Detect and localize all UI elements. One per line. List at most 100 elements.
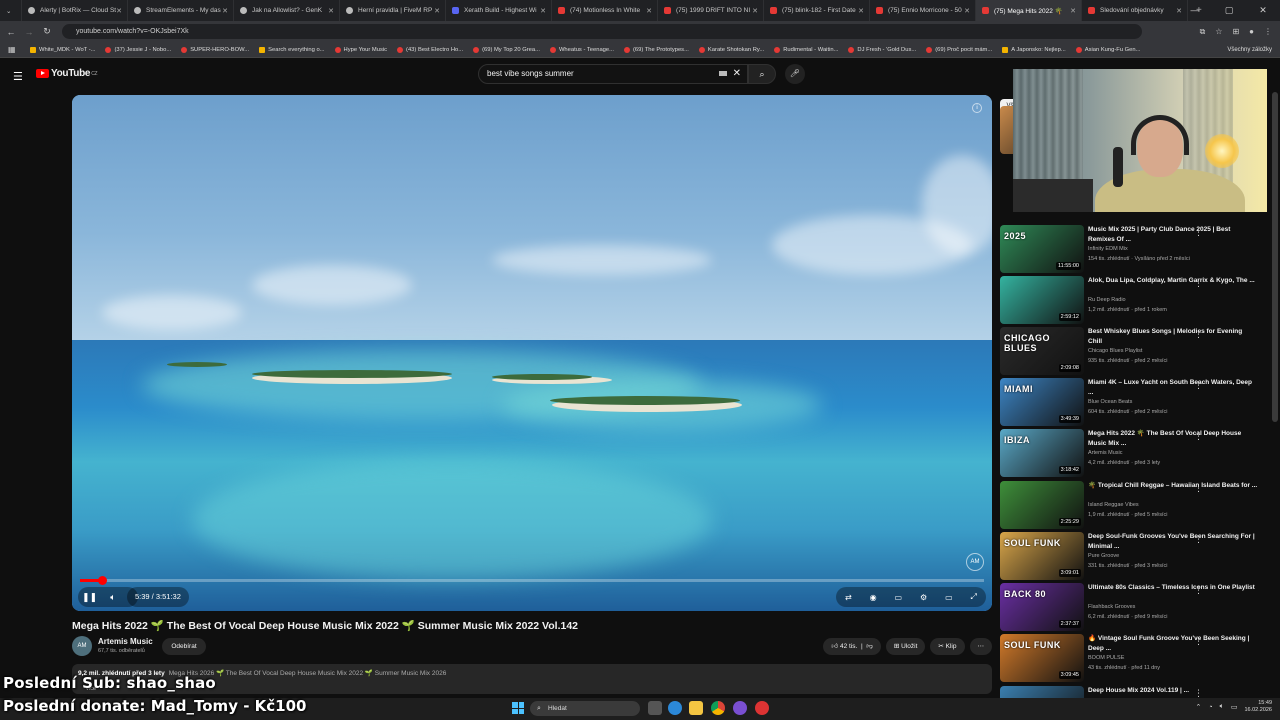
bookmark-item[interactable]: (69) Proč pocit mám... [926, 46, 992, 53]
info-icon[interactable]: i [972, 103, 982, 113]
browser-tab[interactable]: (75) Ennio Morricone - 50 ✕ [870, 0, 976, 21]
more-options-icon[interactable]: ⋮ [1194, 534, 1203, 545]
close-tab-icon[interactable]: ✕ [222, 7, 228, 15]
video-thumbnail[interactable]: 2:25:29 [1000, 481, 1084, 529]
video-thumbnail[interactable]: 2:59:12 [1000, 276, 1084, 324]
more-options-icon[interactable]: ⋮ [1194, 329, 1203, 340]
video-thumbnail[interactable]: CHICAGO BLUES 2:09:08 [1000, 327, 1084, 375]
close-tab-icon[interactable]: ✕ [858, 7, 864, 15]
all-bookmarks[interactable]: Všechny záložky [1227, 47, 1272, 53]
close-tab-icon[interactable]: ✕ [116, 7, 122, 15]
channel-name[interactable]: Artemis Music [1088, 450, 1123, 456]
browser-tab[interactable]: (75) Mega Hits 2022 🌴 ✕ [976, 0, 1082, 21]
video-thumbnail[interactable] [1000, 686, 1084, 698]
bookmark-item[interactable]: Search everything o... [259, 46, 325, 53]
more-options-icon[interactable]: ⋮ [1194, 380, 1203, 391]
keyboard-icon[interactable] [719, 71, 727, 76]
clock[interactable]: 15:49 16.02.2026 [1244, 700, 1272, 714]
pause-button[interactable]: ❚❚ [82, 590, 97, 604]
channel-name[interactable]: Chicago Blues Playlist [1088, 348, 1142, 354]
bookmark-star-icon[interactable]: ☆ [1215, 27, 1222, 36]
more-actions-button[interactable]: ⋯ [969, 638, 992, 655]
video-thumbnail[interactable]: 2025 11:55:00 [1000, 225, 1084, 273]
app-icon-purple[interactable] [733, 701, 747, 715]
taskbar-search[interactable]: ⌕ Hledat [530, 701, 640, 716]
browser-tab[interactable]: Herní pravidla | FiveM RP ✕ [340, 0, 446, 21]
minimize-button[interactable]: — [1178, 0, 1212, 21]
browser-tab[interactable]: Xerath Build - Highest Wi ✕ [446, 0, 552, 21]
battery-icon[interactable]: ▭ [1231, 703, 1238, 711]
volume-icon[interactable]: 🔈︎ [106, 590, 120, 604]
recommended-video[interactable]: 2:25:29 🌴 Tropical Chill Reggae – Hawaiia… [1000, 481, 1270, 529]
close-tab-icon[interactable]: ✕ [540, 7, 546, 15]
video-thumbnail[interactable]: MIAMI 3:49:39 [1000, 378, 1084, 426]
menu-dots-icon[interactable]: ⋮ [1264, 27, 1272, 36]
recommended-video[interactable]: Deep House Mix 2024 Vol.119 | ... ⋮ [1000, 686, 1270, 698]
recommended-video[interactable]: 2025 11:55:00 Music Mix 2025 | Party Club … [1000, 225, 1270, 273]
settings-gear-icon[interactable]: ⚙ [920, 593, 927, 602]
video-thumbnail[interactable]: SOUL FUNK 3:09:01 [1000, 532, 1084, 580]
more-options-icon[interactable]: ⋮ [1194, 278, 1203, 289]
forward-button[interactable]: → [20, 27, 38, 37]
close-tab-icon[interactable]: ✕ [328, 7, 334, 15]
channel-name[interactable]: Blue Ocean Beats [1088, 399, 1132, 405]
autoplay-toggle-icon[interactable]: ⇄ [845, 593, 852, 602]
fullscreen-icon[interactable]: ⤢ [971, 592, 977, 602]
video-player[interactable]: i AM ❚❚ 🔈︎ 5:39 / 3:51:32 ⇄ ◉ ▭ ⚙ ▭ ⤢ [72, 95, 992, 611]
bookmark-item[interactable]: Rudimental - Waitin... [774, 46, 838, 53]
subscribe-button[interactable]: Odebírat [162, 638, 206, 655]
task-view-icon[interactable] [648, 701, 662, 715]
edge-icon[interactable] [668, 701, 682, 715]
channel-name[interactable]: Artemis Music [98, 637, 153, 646]
more-options-icon[interactable]: ⋮ [1194, 227, 1203, 238]
recommended-video[interactable]: CHICAGO BLUES 2:09:08 Best Whiskey Blues S… [1000, 327, 1270, 375]
recommended-video[interactable]: SOUL FUNK 3:09:45 🔥 Vintage Soul Funk Groo… [1000, 634, 1270, 682]
progress-bar[interactable] [80, 576, 984, 585]
close-tab-icon[interactable]: ✕ [752, 7, 758, 15]
tab-menu[interactable]: ⌄ [0, 0, 22, 21]
close-tab-icon[interactable]: ✕ [434, 7, 440, 15]
more-options-icon[interactable]: ⋮ [1194, 431, 1203, 442]
address-bar[interactable]: youtube.com/watch?v=-OKJsbei7Xk [62, 24, 1142, 39]
bookmark-item[interactable]: SUPER-HERO-BOW... [181, 46, 249, 53]
browser-tab[interactable]: Jak na Allowlist? - GenK ✕ [234, 0, 340, 21]
recommended-video[interactable]: IBIZA 3:18:42 Mega Hits 2022 🌴 The Best Of… [1000, 429, 1270, 477]
chrome-icon[interactable] [711, 701, 725, 715]
file-explorer-icon[interactable] [689, 701, 703, 715]
channel-name[interactable]: Infinity EDM Mix [1088, 246, 1128, 252]
channel-avatar[interactable]: AM [72, 636, 92, 656]
search-button[interactable]: ⌕ [748, 64, 776, 84]
back-button[interactable]: ← [2, 27, 20, 37]
recommended-video[interactable]: MIAMI 3:49:39 Miami 4K – Luxe Yacht on Sou… [1000, 378, 1270, 426]
browser-tab[interactable]: (75) blink-182 - First Date ✕ [764, 0, 870, 21]
profile-avatar[interactable]: ● [1249, 27, 1254, 36]
channel-name[interactable]: Ru Deep Radio [1088, 297, 1126, 303]
network-icon[interactable]: ◔ [1208, 704, 1212, 711]
page-scrollbar[interactable] [1272, 92, 1278, 422]
bookmark-item[interactable]: (69) My Top 20 Grea... [473, 46, 540, 53]
recommended-video[interactable]: SOUL FUNK 3:09:01 Deep Soul-Funk Grooves Y… [1000, 532, 1270, 580]
search-input[interactable]: best vibe songs summer ✕ [478, 64, 748, 84]
browser-tab[interactable]: (74) Motionless In White ✕ [552, 0, 658, 21]
browser-tab[interactable]: Sledování objednávky ✕ [1082, 0, 1188, 21]
bookmark-item[interactable]: (43) Best Electro Ho... [397, 46, 463, 53]
bookmark-item[interactable]: (37) Jessie J - Nobo... [105, 46, 171, 53]
more-options-icon[interactable]: ⋮ [1194, 688, 1203, 698]
apps-icon[interactable]: ▦ [8, 45, 16, 54]
windows-start-icon[interactable] [512, 702, 524, 714]
youtube-logo[interactable]: YouTube CZ [36, 68, 98, 79]
bookmark-item[interactable]: (69) The Prototypes... [623, 46, 689, 53]
recommended-video[interactable]: BACK 80 2:37:37 Ultimate 80s Classics – Ti… [1000, 583, 1270, 631]
thumbs-down-icon[interactable]: 👎︎ [866, 643, 873, 650]
bookmark-item[interactable]: Karate Shotokan Ry... [698, 46, 764, 53]
clip-button[interactable]: ✂ Klip [930, 638, 965, 655]
channel-name[interactable]: Pure Groove [1088, 553, 1119, 559]
bookmark-item[interactable]: Asian Kung-Fu Gen... [1075, 46, 1140, 53]
close-tab-icon[interactable]: ✕ [1070, 7, 1076, 15]
more-options-icon[interactable]: ⋮ [1194, 636, 1203, 647]
channel-name[interactable]: BOOM PULSE [1088, 655, 1124, 661]
recommended-video[interactable]: 2:59:12 Alok, Dua Lipa, Coldplay, Martin … [1000, 276, 1270, 324]
bookmark-item[interactable]: White_MDK - WoT -... [30, 46, 95, 53]
install-icon[interactable]: ⧉ [1200, 27, 1206, 37]
volume-tray-icon[interactable]: 🔈︎ [1220, 703, 1224, 711]
